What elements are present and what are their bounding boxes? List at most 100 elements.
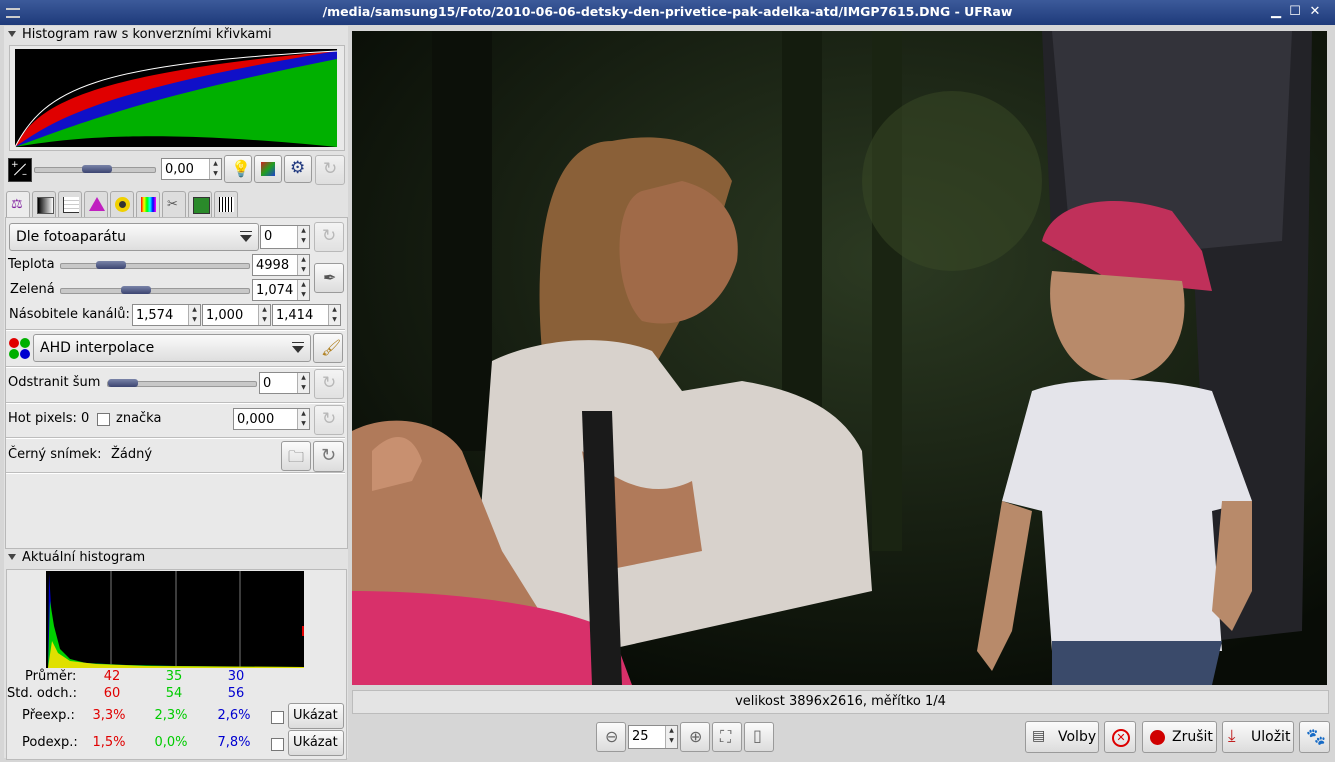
hotpixels-mark-checkbox[interactable] (97, 413, 110, 426)
options-label: Volby (1058, 729, 1097, 745)
zoom-in-button[interactable]: ⊕ (680, 722, 710, 752)
wb-finetune-value: 0 (264, 229, 273, 244)
tab-base-curve[interactable] (58, 191, 82, 217)
minimize-icon[interactable]: ▁ (1269, 5, 1283, 19)
temperature-slider[interactable] (60, 261, 250, 269)
over-red: 3,3% (92, 708, 126, 723)
exif-icon (219, 197, 234, 212)
reset-darkframe-button[interactable]: ↻ (313, 441, 344, 472)
reset-exposure-button[interactable]: ↻ (315, 155, 345, 185)
tab-color-management[interactable] (84, 191, 108, 217)
photo-preview (352, 31, 1327, 685)
spin-arrows-icon[interactable]: ▲ ▼ (188, 305, 200, 325)
gears-icon: ⚙ (290, 158, 306, 178)
spin-arrows-icon[interactable]: ▲ ▼ (297, 226, 309, 248)
restore-details-button[interactable] (254, 155, 282, 183)
mean-label: Průměr: (25, 669, 77, 684)
close-window-icon[interactable]: ✕ (1308, 5, 1322, 19)
load-darkframe-button[interactable]: 🗀 (281, 441, 311, 471)
exposure-spinbox[interactable]: 0,00 ▲ ▼ (161, 158, 222, 180)
mult-g-value: 1,000 (206, 308, 244, 323)
separator (6, 472, 345, 474)
hotpixels-value: 0,000 (237, 412, 275, 427)
mult-b-spinbox[interactable]: 1,414 ▲ ▼ (272, 304, 341, 326)
tab-corrections[interactable] (110, 191, 134, 217)
darkframe-value: Žádný (111, 447, 153, 462)
show-underexposure-checkbox[interactable] (271, 738, 284, 751)
cancel-label: Zrušit (1172, 729, 1213, 745)
smoothing-button[interactable]: 🖌 (313, 333, 343, 363)
over-green: 2,3% (154, 708, 188, 723)
image-preview[interactable] (352, 31, 1327, 685)
tab-white-balance[interactable]: ⚖ (6, 191, 30, 218)
tab-exif[interactable] (214, 191, 238, 217)
green-spinbox[interactable]: 1,074 ▲ ▼ (252, 279, 310, 301)
cancel-button[interactable]: Zrušit (1142, 721, 1217, 753)
show-overexposure-label: Ukázat (293, 708, 338, 723)
live-histogram-expander[interactable]: Aktuální histogram (6, 550, 145, 565)
denoise-spinbox[interactable]: 0 ▲ ▼ (259, 372, 310, 394)
eyedropper-icon: ✒ (323, 268, 337, 287)
status-text: velikost 3896x2616, měřítko 1/4 (735, 694, 946, 709)
spot-wb-button[interactable]: ✒ (314, 263, 344, 293)
tab-grayscale[interactable] (32, 191, 56, 217)
tab-lightness[interactable] (136, 191, 160, 217)
mult-g-spinbox[interactable]: 1,000 ▲ ▼ (202, 304, 271, 326)
zoom-spinbox[interactable]: 25 ▲ ▼ (628, 725, 678, 749)
brush-icon: 🖌 (321, 338, 342, 357)
send-to-gimp-button[interactable]: 🐾 (1299, 721, 1330, 753)
spin-arrows-icon[interactable]: ▲ ▼ (258, 305, 270, 325)
zoom-fit-button[interactable]: ⛶ (712, 722, 742, 752)
raw-histogram-expander[interactable]: Histogram raw s konverzními křivkami (6, 27, 272, 42)
reset-hotpixels-button[interactable]: ↻ (314, 405, 344, 435)
exposure-slider[interactable] (34, 165, 156, 173)
wb-icon: ⚖ (11, 197, 23, 212)
spin-arrows-icon[interactable]: ▲ ▼ (328, 305, 340, 325)
zoom-100-button[interactable]: ▯ (744, 722, 774, 752)
spin-arrows-icon[interactable]: ▲ ▼ (209, 159, 221, 179)
title-bar: /media/samsung15/Foto/2010-06-06-detsky-… (0, 0, 1335, 25)
maximize-icon[interactable]: ☐ (1288, 5, 1302, 19)
tab-crop[interactable]: ✂ (162, 191, 186, 217)
color-triangle-icon (89, 197, 105, 211)
spin-arrows-icon[interactable]: ▲ ▼ (665, 726, 677, 748)
show-overexposure-checkbox[interactable] (271, 711, 284, 724)
spin-arrows-icon[interactable]: ▲ ▼ (297, 409, 309, 429)
interpolation-select[interactable]: AHD interpolace (33, 334, 311, 362)
save-button[interactable]: ⤓ Uložit (1222, 721, 1294, 753)
spin-arrows-icon[interactable]: ▲ ▼ (297, 373, 309, 393)
save-label: Uložit (1251, 729, 1291, 745)
clip-highlights-button[interactable]: ⚙ (284, 155, 312, 183)
exposure-slider-knob[interactable] (82, 165, 112, 173)
temperature-spinbox[interactable]: 4998 ▲ ▼ (252, 254, 310, 276)
temperature-slider-knob[interactable] (96, 261, 126, 269)
show-underexposure-button[interactable]: Ukázat (288, 730, 344, 756)
reset-wb-button[interactable]: ↻ (314, 222, 344, 252)
options-button[interactable]: ▤ Volby (1025, 721, 1099, 753)
hotpixels-spinbox[interactable]: 0,000 ▲ ▼ (233, 408, 310, 430)
green-slider[interactable] (60, 286, 250, 294)
auto-exposure-button[interactable]: 💡 (224, 155, 252, 183)
mult-r-spinbox[interactable]: 1,574 ▲ ▼ (132, 304, 201, 326)
multipliers-label: Násobitele kanálů: (9, 307, 130, 322)
exposure-icon: + – (8, 158, 32, 182)
spin-arrows-icon[interactable]: ▲ ▼ (297, 255, 309, 275)
temperature-value: 4998 (256, 258, 290, 273)
reset-denoise-button[interactable]: ↻ (314, 369, 344, 399)
green-slider-knob[interactable] (121, 286, 151, 294)
save-tab-icon (193, 197, 210, 214)
denoise-slider-knob[interactable] (108, 379, 138, 387)
spin-arrows-icon[interactable]: ▲ ▼ (297, 280, 309, 300)
wb-mode-select[interactable]: Dle fotoaparátu (9, 223, 259, 251)
denoise-slider[interactable] (107, 379, 257, 387)
zoom-out-button[interactable]: ⊖ (596, 722, 626, 752)
delete-button[interactable]: ✕ (1104, 721, 1136, 753)
mean-red: 42 (103, 669, 121, 684)
denoise-value: 0 (263, 376, 272, 391)
tab-save[interactable] (188, 191, 212, 217)
show-overexposure-button[interactable]: Ukázat (288, 703, 344, 729)
spectrum-icon (141, 197, 156, 212)
show-underexposure-label: Ukázat (293, 735, 338, 750)
wb-finetune-spinbox[interactable]: 0 ▲ ▼ (260, 225, 310, 249)
exposure-value: 0,00 (165, 162, 194, 177)
